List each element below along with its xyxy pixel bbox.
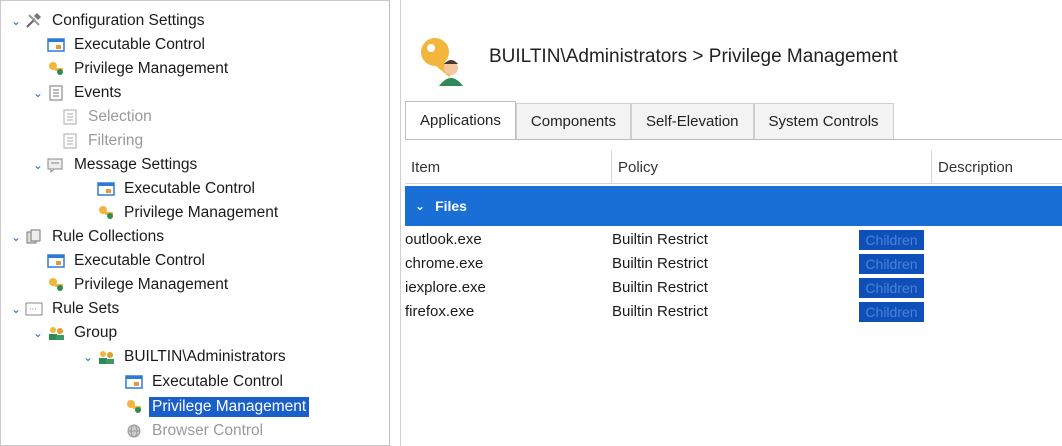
- window-icon: [45, 36, 67, 54]
- tree-item-privilege-management[interactable]: Privilege Management: [45, 273, 231, 297]
- page-title: BUILTIN\Administrators > Privilege Manag…: [489, 46, 898, 67]
- chevron-down-icon[interactable]: ⌄: [9, 14, 23, 28]
- window-icon: [95, 180, 117, 198]
- children-badge: Children: [859, 302, 924, 322]
- tree-item-label: Privilege Management: [74, 276, 229, 293]
- row-policy: Builtin Restrict: [612, 303, 708, 320]
- tree-item-label: BUILTIN\Administrators: [124, 348, 286, 365]
- row-item: outlook.exe: [405, 231, 482, 248]
- tree-item-privilege-management[interactable]: Privilege Management: [95, 201, 281, 225]
- tree-item-selection[interactable]: Selection: [59, 105, 155, 129]
- chevron-down-icon[interactable]: ⌄: [31, 86, 45, 100]
- tree-item-executable-control[interactable]: Executable Control: [45, 249, 208, 273]
- document-icon: [45, 84, 67, 102]
- tree-item-label: Filtering: [88, 132, 144, 149]
- grid-header: Item Policy Description: [405, 150, 1062, 184]
- row-item: chrome.exe: [405, 255, 484, 272]
- tree-item-privilege-management-selected[interactable]: Privilege Management: [123, 395, 310, 419]
- table-row[interactable]: chrome.exe Builtin Restrict Children: [405, 252, 1062, 276]
- row-item: firefox.exe: [405, 303, 475, 320]
- tree-item-label: Executable Control: [74, 36, 205, 53]
- tree-item-rule-collections[interactable]: ⌄ Rule Collections: [9, 225, 167, 249]
- tree-item-message-settings[interactable]: ⌄ Message Settings: [31, 153, 200, 177]
- message-icon: [45, 156, 67, 174]
- chevron-down-icon[interactable]: ⌄: [9, 302, 23, 316]
- tree-item-browser-control[interactable]: Browser Control: [123, 419, 266, 443]
- document-icon: [59, 132, 81, 150]
- collection-icon: [23, 228, 45, 246]
- tree-item-filtering[interactable]: Filtering: [59, 129, 146, 153]
- group-label: Files: [435, 198, 467, 214]
- children-badge: Children: [859, 254, 924, 274]
- children-badge: Children: [859, 230, 924, 250]
- group-icon: [95, 348, 117, 366]
- table-row[interactable]: iexplore.exe Builtin Restrict Children: [405, 276, 1062, 300]
- key-user-icon: [417, 34, 469, 86]
- navigation-tree: ⌄ Configuration Settings Executable Cont…: [0, 0, 390, 446]
- tree-item-label: Browser Control: [152, 422, 264, 439]
- tree-item-group[interactable]: ⌄ Group: [31, 321, 120, 345]
- tab-bar: Applications Components Self-Elevation S…: [405, 101, 894, 139]
- table-row[interactable]: outlook.exe Builtin Restrict Children: [405, 228, 1062, 252]
- tree-item-privilege-management[interactable]: Privilege Management: [45, 57, 231, 81]
- column-header-policy[interactable]: Policy: [612, 150, 932, 184]
- tree-item-label: Privilege Management: [124, 204, 279, 221]
- group-icon: [45, 324, 67, 342]
- tools-icon: [23, 12, 45, 30]
- tree-item-label: Rule Sets: [52, 300, 120, 317]
- chevron-down-icon[interactable]: ⌄: [31, 158, 45, 172]
- tree-item-executable-control[interactable]: Executable Control: [95, 177, 258, 201]
- key-user-icon: [45, 60, 67, 78]
- tree-item-label: Executable Control: [74, 252, 205, 269]
- column-header-item[interactable]: Item: [405, 150, 612, 184]
- tree-item-label: Selection: [88, 108, 152, 125]
- tree-item-builtin-administrators[interactable]: ⌄ BUILTIN\Administrators: [81, 345, 289, 369]
- tab-self-elevation[interactable]: Self-Elevation: [630, 103, 754, 139]
- group-row-files[interactable]: ⌄ Files: [405, 186, 1062, 226]
- row-item: iexplore.exe: [405, 279, 486, 296]
- tree-item-configuration-settings[interactable]: ⌄ Configuration Settings: [9, 9, 208, 33]
- tree-item-label: Group: [74, 324, 118, 341]
- tab-applications[interactable]: Applications: [405, 101, 516, 139]
- tree-item-label: Events: [74, 84, 122, 101]
- key-user-icon: [123, 398, 145, 416]
- column-header-description[interactable]: Description: [932, 150, 1062, 184]
- window-icon: [123, 373, 145, 391]
- tree-item-label: Privilege Management: [74, 60, 229, 77]
- row-policy: Builtin Restrict: [612, 255, 708, 272]
- children-badge: Children: [859, 278, 924, 298]
- key-user-icon: [45, 276, 67, 294]
- tree-item-label: Privilege Management: [149, 397, 310, 417]
- tree-item-label: Configuration Settings: [52, 12, 205, 29]
- chevron-down-icon[interactable]: ⌄: [81, 350, 95, 364]
- tree-item-events[interactable]: ⌄ Events: [31, 81, 124, 105]
- tab-components[interactable]: Components: [515, 103, 631, 139]
- tab-divider: [405, 139, 1062, 140]
- chevron-down-icon[interactable]: ⌄: [31, 326, 45, 340]
- window-icon: [45, 252, 67, 270]
- chevron-down-icon[interactable]: ⌄: [415, 199, 425, 213]
- row-policy: Builtin Restrict: [612, 279, 708, 296]
- tree-item-rule-sets[interactable]: ⌄ ··· Rule Sets: [9, 297, 122, 321]
- tree-item-label: Executable Control: [124, 180, 255, 197]
- details-panel: BUILTIN\Administrators > Privilege Manag…: [400, 0, 1062, 446]
- row-policy: Builtin Restrict: [612, 231, 708, 248]
- tree-item-executable-control[interactable]: Executable Control: [45, 33, 208, 57]
- chevron-down-icon[interactable]: ⌄: [9, 230, 23, 244]
- document-icon: [59, 108, 81, 126]
- table-row[interactable]: firefox.exe Builtin Restrict Children: [405, 300, 1062, 324]
- tab-system-controls[interactable]: System Controls: [753, 103, 894, 139]
- tree-item-label: Message Settings: [74, 156, 198, 173]
- globe-icon: [123, 422, 145, 440]
- ruleset-icon: ···: [23, 300, 45, 318]
- tree-item-label: Rule Collections: [52, 228, 164, 245]
- key-user-icon: [95, 204, 117, 222]
- tree-item-label: Executable Control: [152, 373, 283, 390]
- tree-item-executable-control[interactable]: Executable Control: [123, 370, 286, 394]
- svg-text:···: ···: [29, 305, 37, 314]
